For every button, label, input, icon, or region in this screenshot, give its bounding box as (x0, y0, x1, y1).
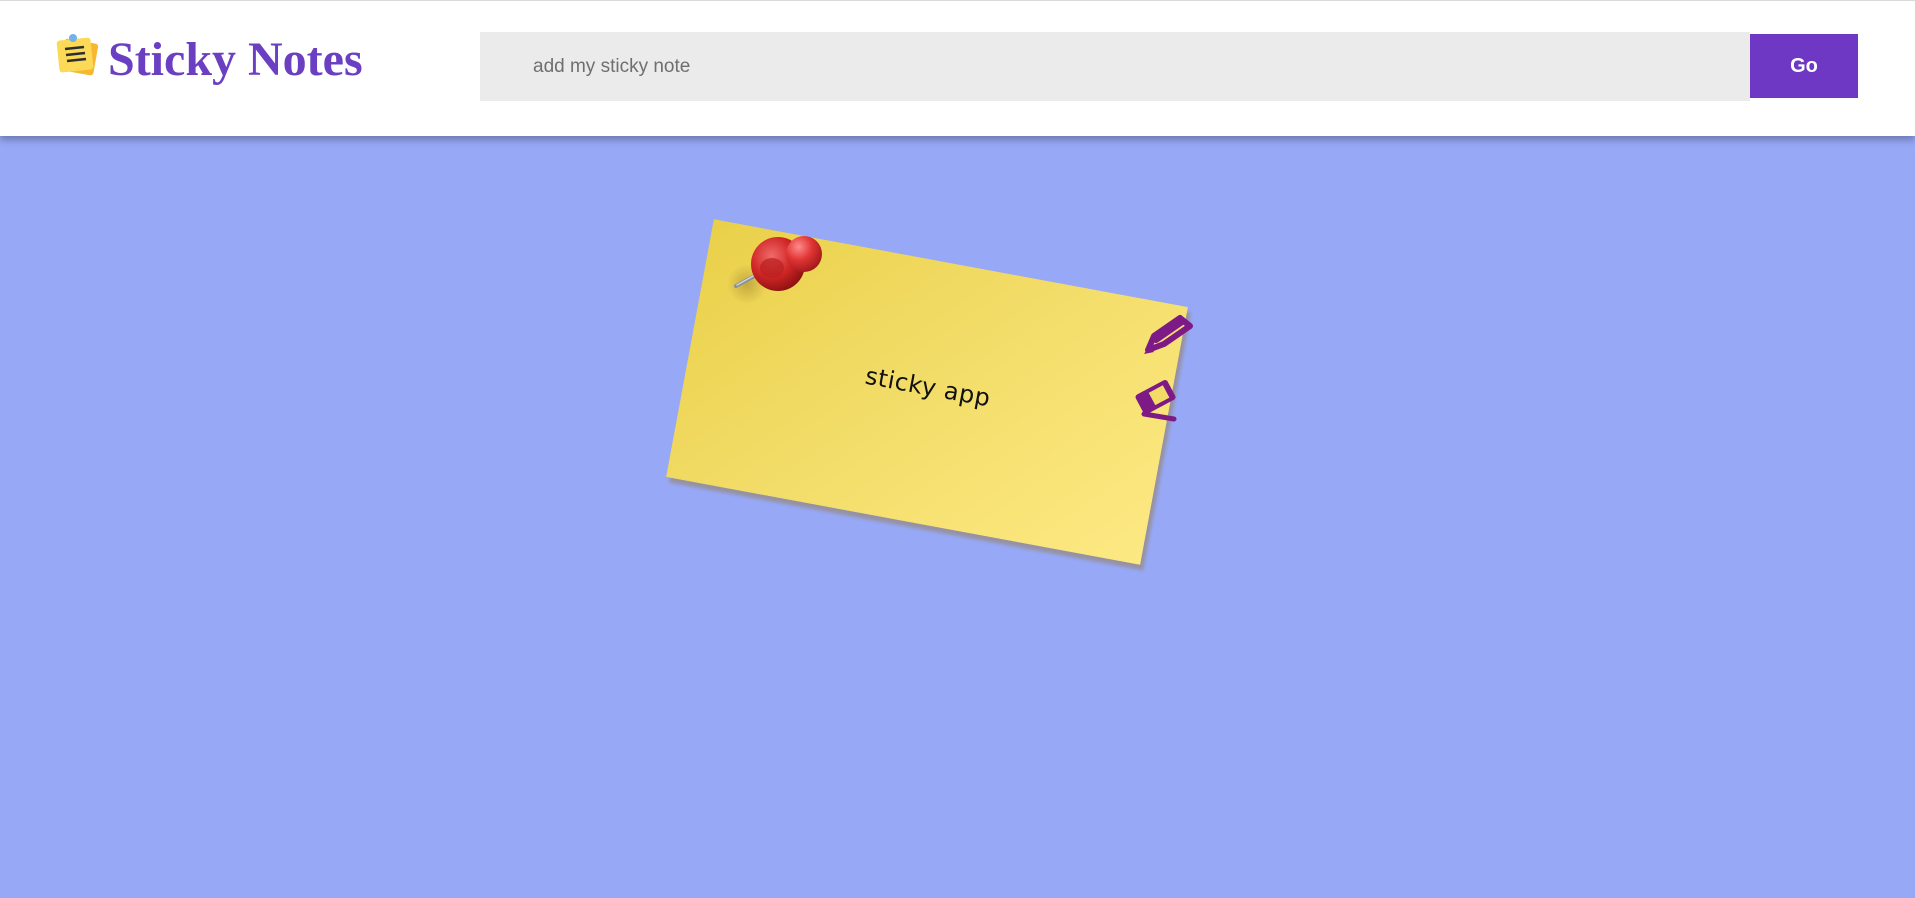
note-text: sticky app (863, 361, 993, 413)
eraser-icon[interactable] (1130, 374, 1182, 422)
pushpin-icon (727, 236, 822, 304)
app-header: Sticky Notes Go (0, 0, 1915, 136)
go-button[interactable]: Go (1750, 34, 1858, 98)
brand-title: Sticky Notes (108, 33, 363, 86)
note-input[interactable] (480, 32, 1750, 101)
sticky-note-icon (56, 34, 99, 76)
pencil-icon[interactable] (1140, 310, 1194, 356)
